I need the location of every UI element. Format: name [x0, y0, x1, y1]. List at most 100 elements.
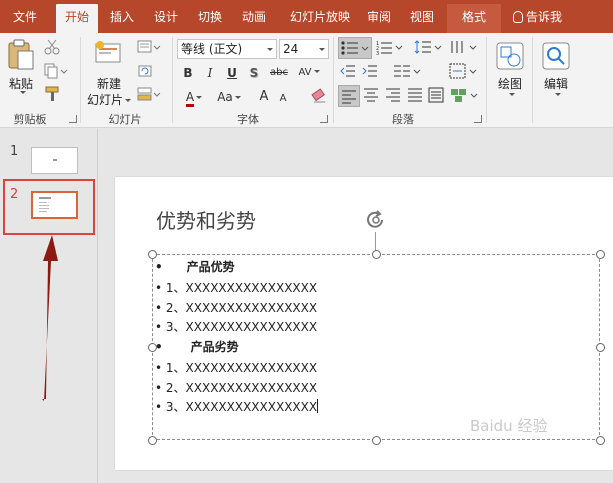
text-cursor [317, 399, 319, 413]
tab-animations[interactable]: 动画 [234, 4, 274, 33]
font-launcher-icon[interactable] [320, 115, 328, 123]
font-color-button[interactable]: A [180, 88, 208, 107]
tab-file[interactable]: 文件 [0, 4, 50, 33]
tell-me-label: 告诉我 [526, 10, 563, 24]
chevron-down-icon [267, 48, 273, 51]
annotation-arrow [42, 235, 58, 401]
paste-button[interactable]: 粘贴 [4, 37, 38, 95]
smartart-button[interactable] [450, 87, 480, 105]
slide-thumbnail-pane[interactable]: 1 2 [0, 129, 98, 483]
divider [532, 37, 533, 123]
powerpoint-window: 文件 开始 插入 设计 切换 动画 幻灯片放映 审阅 视图 格式 告诉我 粘贴 [0, 0, 613, 483]
italic-button[interactable]: I [203, 64, 217, 82]
tab-view[interactable]: 视图 [404, 4, 440, 33]
tab-design[interactable]: 设计 [146, 4, 186, 33]
justify-button[interactable] [407, 87, 425, 105]
list-item: • 产品优势 [155, 260, 235, 274]
align-right-button[interactable] [385, 87, 403, 105]
resize-handle[interactable] [596, 436, 605, 445]
format-painter-icon[interactable] [44, 86, 62, 104]
bullets-button[interactable] [338, 37, 372, 59]
clipboard-launcher-icon[interactable] [69, 115, 77, 123]
font-name-combobox[interactable]: 等线 (正文) [177, 39, 277, 59]
font-name-value: 等线 (正文) [181, 42, 243, 56]
align-text-button[interactable] [449, 63, 479, 81]
resize-handle[interactable] [148, 436, 157, 445]
list-item: • 产品劣势 [155, 340, 239, 354]
svg-text:3: 3 [376, 51, 379, 55]
divider [333, 37, 334, 123]
tab-review[interactable]: 审阅 [362, 4, 396, 33]
list-item: • 2、XXXXXXXXXXXXXXXX [155, 381, 318, 395]
new-slide-label-1: 新建 [96, 77, 121, 91]
list-item: • 1、XXXXXXXXXXXXXXXX [155, 361, 318, 375]
character-spacing-button[interactable]: AV [296, 64, 322, 82]
new-slide-button[interactable]: 新建 幻灯片 [86, 37, 132, 107]
resize-handle[interactable] [596, 250, 605, 259]
columns-button[interactable] [393, 63, 423, 81]
align-left-button[interactable] [338, 85, 360, 107]
list-item: • 3、XXXXXXXXXXXXXXXX [155, 399, 319, 414]
decrease-indent-icon[interactable] [340, 63, 358, 81]
slides-group-label: 幻灯片 [108, 113, 142, 126]
bold-button[interactable]: B [181, 64, 195, 82]
layout-icon[interactable] [137, 39, 163, 57]
list-item: • 3、XXXXXXXXXXXXXXXX [155, 320, 318, 334]
list-item: • 2、XXXXXXXXXXXXXXXX [155, 301, 318, 315]
drawing-label: 绘图 [497, 77, 522, 91]
paragraph-group-label: 段落 [392, 113, 414, 126]
list-item: • 1、XXXXXXXXXXXXXXXX [155, 281, 318, 295]
chevron-down-icon [319, 48, 325, 51]
shapes-icon [496, 42, 524, 70]
tab-transitions[interactable]: 切换 [190, 4, 230, 33]
distributed-button[interactable] [428, 87, 446, 105]
paste-label: 粘贴 [8, 77, 33, 91]
section-icon[interactable] [137, 86, 163, 104]
tab-home[interactable]: 开始 [56, 4, 98, 33]
clipboard-icon [8, 39, 34, 70]
divider [172, 37, 173, 123]
tab-slideshow[interactable]: 幻灯片放映 [280, 4, 360, 33]
text-direction-button[interactable] [449, 39, 479, 57]
watermark-logo: Baidu 经验 [470, 417, 548, 435]
underline-button[interactable]: U [225, 64, 239, 82]
increase-indent-icon[interactable] [362, 63, 380, 81]
chevron-down-icon [20, 91, 26, 94]
chevron-down-icon [509, 93, 515, 96]
ribbon-tab-bar: 文件 开始 插入 设计 切换 动画 幻灯片放映 审阅 视图 格式 告诉我 [0, 0, 613, 33]
drawing-button[interactable]: 绘图 [490, 37, 530, 107]
strikethrough-button[interactable]: abc [268, 64, 290, 82]
grow-font-button[interactable]: A [256, 88, 272, 106]
divider [486, 37, 487, 123]
cut-icon[interactable] [44, 39, 62, 57]
clear-formatting-icon[interactable] [311, 88, 329, 106]
tab-format[interactable]: 格式 [447, 4, 501, 33]
copy-icon[interactable] [44, 63, 70, 81]
resize-handle[interactable] [596, 343, 605, 352]
reset-icon[interactable] [137, 63, 155, 81]
slide-title[interactable]: 优势和劣势 [156, 205, 256, 234]
shrink-font-button[interactable]: A [276, 90, 290, 108]
content-placeholder[interactable]: • 产品优势 • 1、XXXXXXXXXXXXXXXX • 2、XXXXXXXXX… [148, 250, 605, 445]
resize-handle[interactable] [372, 436, 381, 445]
editing-button[interactable]: 编辑 [536, 37, 576, 107]
new-slide-label-2: 幻灯片 [86, 91, 132, 108]
change-case-button[interactable]: Aa [213, 88, 245, 106]
numbering-button[interactable]: 123 [376, 39, 406, 57]
clipboard-group-label: 剪贴板 [13, 113, 47, 126]
align-center-button[interactable] [363, 87, 381, 105]
paragraph-launcher-icon[interactable] [474, 115, 482, 123]
line-spacing-button[interactable] [414, 39, 444, 57]
text-shadow-button[interactable]: S [247, 64, 261, 82]
chevron-down-icon [555, 93, 561, 96]
tell-me-search[interactable]: 告诉我 [513, 4, 562, 33]
font-size-value: 24 [283, 42, 299, 56]
font-size-combobox[interactable]: 24 [279, 39, 329, 59]
ribbon-home: 粘贴 剪贴板 新建 幻灯片 幻灯片 等线 (正文) 24 B I U S abc… [0, 33, 613, 128]
rotate-icon[interactable] [364, 208, 388, 232]
resize-handle[interactable] [372, 250, 381, 259]
search-icon [542, 42, 570, 70]
font-group-label: 字体 [237, 113, 259, 126]
tab-insert[interactable]: 插入 [102, 4, 142, 33]
lightbulb-icon [513, 11, 523, 23]
